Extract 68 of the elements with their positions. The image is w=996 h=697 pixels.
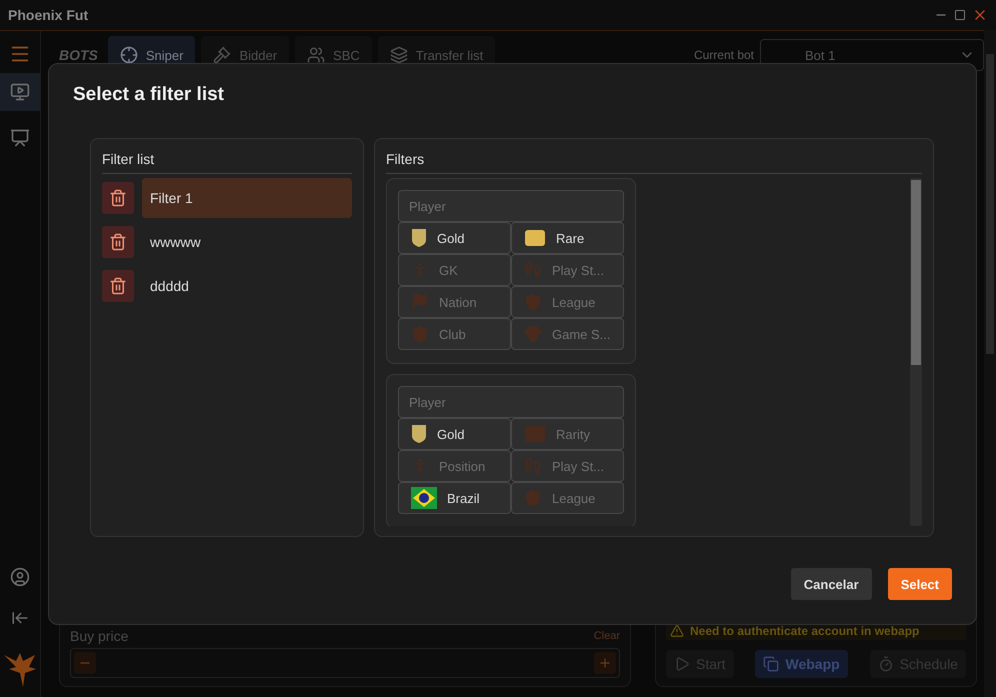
window-title: Phoenix Fut [8, 7, 88, 23]
boot-icon [524, 457, 542, 475]
monitor-play-icon [10, 82, 30, 102]
badge-icon [411, 424, 427, 444]
clear-link[interactable]: Clear [594, 630, 620, 642]
timer-icon [878, 656, 894, 672]
panel-heading: Filters [386, 149, 922, 174]
filter-option[interactable]: Play St... [511, 450, 624, 482]
action-button[interactable]: Webapp [755, 650, 848, 678]
cancel-button[interactable]: Cancelar [790, 568, 872, 600]
filter-option[interactable]: Club [398, 318, 511, 350]
trash-icon [109, 189, 127, 207]
page-scrollbar[interactable] [984, 30, 996, 697]
select-button[interactable]: Select [888, 568, 952, 600]
filter-option[interactable]: Gold [398, 222, 511, 254]
trash-icon [109, 277, 127, 295]
filter-option[interactable]: Rarity [511, 418, 624, 450]
card-icon [524, 424, 546, 444]
bots-logo: BOTS [59, 47, 98, 63]
gavel-icon [213, 46, 232, 64]
presentation-icon [10, 128, 30, 148]
filter-option[interactable]: League [511, 286, 624, 318]
warning-icon [670, 624, 684, 638]
plus-button[interactable] [594, 652, 616, 674]
delete-button[interactable] [102, 182, 134, 214]
delete-button[interactable] [102, 270, 134, 302]
crest-icon [524, 489, 542, 507]
filter-list-item[interactable]: wwwww [142, 222, 352, 262]
windows-icon [763, 656, 780, 672]
filter-list-item[interactable]: ddddd [142, 266, 352, 306]
crosshair-icon [120, 46, 138, 64]
boot-icon [524, 261, 542, 279]
scrollbar[interactable] [910, 178, 922, 526]
badge-icon [411, 228, 427, 248]
flag-icon [411, 487, 437, 509]
user-icon[interactable] [10, 567, 30, 587]
filter-option[interactable]: Game S... [511, 318, 624, 350]
layers-icon [390, 46, 408, 64]
play-icon [674, 656, 690, 672]
plus-icon [598, 656, 612, 670]
shield-icon [411, 325, 429, 343]
panel-heading: Filter list [102, 149, 352, 174]
filter-option[interactable]: Rare [511, 222, 624, 254]
sidebar-item[interactable] [0, 73, 40, 111]
delete-button[interactable] [102, 226, 134, 258]
filter-option[interactable]: Nation [398, 286, 511, 318]
price-field[interactable] [70, 648, 620, 678]
filter-option[interactable]: GK [398, 254, 511, 286]
maximize-icon[interactable] [954, 9, 966, 21]
player-field[interactable]: Player [398, 190, 624, 222]
buy-price-label: Buy price [70, 628, 128, 644]
flag-icon [411, 293, 429, 311]
player-field[interactable]: Player [398, 386, 624, 418]
current-bot-label: Current bot [694, 48, 754, 62]
trash-icon [109, 233, 127, 251]
filter-option[interactable]: Play St... [511, 254, 624, 286]
people-icon [307, 46, 326, 64]
logout-icon[interactable] [11, 609, 29, 627]
filter-option[interactable]: Brazil [398, 482, 511, 514]
card-icon [524, 228, 546, 248]
filter-option[interactable]: League [511, 482, 624, 514]
filter-list-item[interactable]: Filter 1 [142, 178, 352, 218]
filter-option[interactable]: Position [398, 450, 511, 482]
dialog-title: Select a filter list [73, 84, 226, 106]
warning-text: Need to authenticate account in webapp [690, 624, 920, 638]
crest-icon [524, 293, 542, 311]
gem-icon [524, 325, 542, 343]
filter-option[interactable]: Gold [398, 418, 511, 450]
